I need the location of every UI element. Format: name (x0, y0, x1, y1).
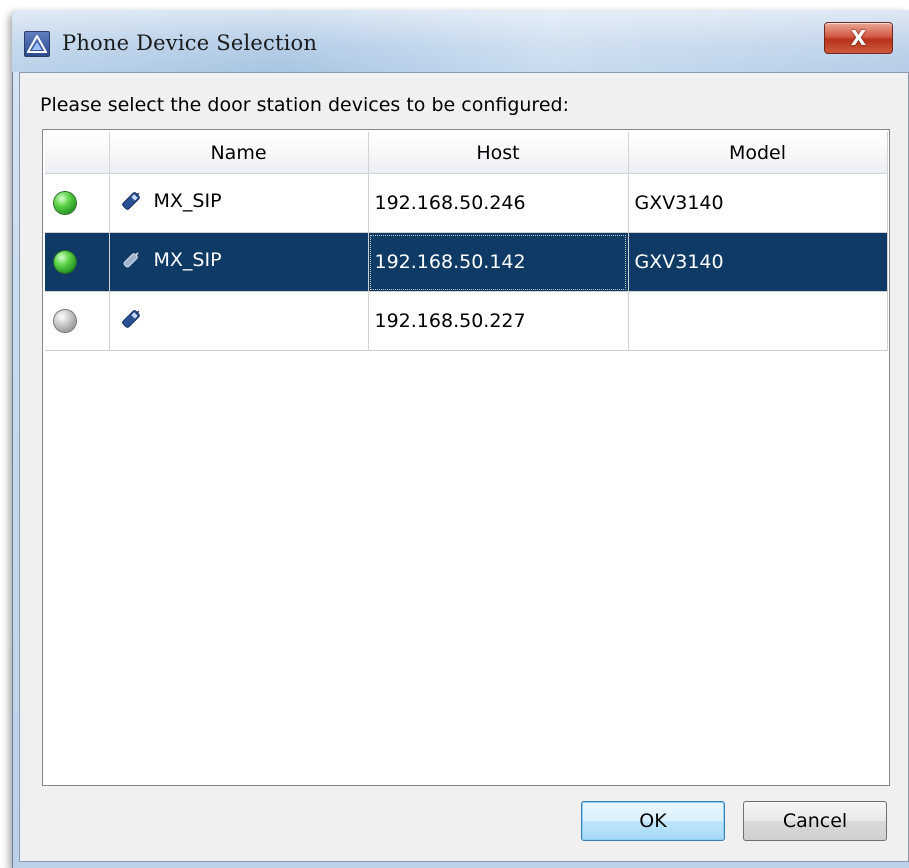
host-cell: 192.168.50.142 (368, 232, 629, 292)
model-cell (628, 291, 888, 351)
status-cell (45, 232, 110, 292)
status-online-icon (54, 251, 76, 274)
model-cell: GXV3140 (628, 173, 888, 233)
table-row-selected[interactable]: MX_SIP 192.168.50.142 GXV3140 (45, 232, 888, 292)
status-cell (45, 173, 110, 233)
name-cell: MX_SIP (109, 173, 369, 233)
phone-icon (123, 251, 139, 267)
close-button[interactable]: X (824, 22, 893, 54)
status-online-icon (54, 192, 76, 215)
column-header-name[interactable]: Name (109, 132, 369, 174)
close-icon: X (850, 26, 867, 50)
cancel-button[interactable]: Cancel (743, 801, 887, 841)
name-cell (109, 291, 369, 351)
host-cell: 192.168.50.246 (368, 173, 629, 233)
phone-icon (121, 191, 140, 210)
column-header-model[interactable]: Model (628, 132, 888, 174)
host-cell: 192.168.50.227 (368, 291, 629, 351)
column-header-status[interactable] (45, 132, 110, 174)
status-cell (45, 291, 110, 351)
table-header-row: Name Host Model (45, 132, 888, 174)
table-row[interactable]: 192.168.50.227 (45, 291, 888, 351)
app-icon (24, 31, 50, 57)
instruction-label: Please select the door station devices t… (40, 94, 569, 116)
table-row[interactable]: MX_SIP 192.168.50.246 GXV3140 (45, 173, 888, 233)
device-name: MX_SIP (153, 189, 222, 212)
window-title: Phone Device Selection (62, 31, 318, 55)
phone-icon (121, 309, 140, 328)
name-cell: MX_SIP (109, 232, 369, 292)
phone-device-selection-dialog: Phone Device Selection X Please select t… (0, 0, 909, 868)
device-name: MX_SIP (153, 248, 222, 271)
column-header-host[interactable]: Host (368, 132, 629, 174)
status-offline-icon (54, 310, 76, 333)
ok-button[interactable]: OK (581, 801, 725, 841)
device-table[interactable]: Name Host Model MX_SIP 192.168.50.246 GX… (42, 129, 890, 786)
model-cell: GXV3140 (628, 232, 888, 292)
